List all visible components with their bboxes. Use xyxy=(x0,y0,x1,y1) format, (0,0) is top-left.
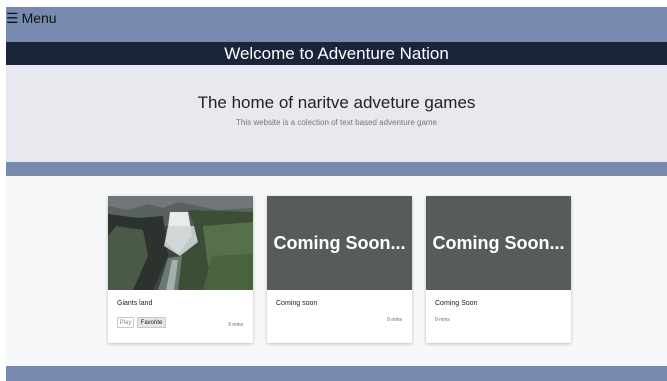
coming-soon-placeholder: Coming Soon... xyxy=(267,196,412,290)
menu-label: Menu xyxy=(21,10,57,26)
game-duration: 9 mins xyxy=(435,317,450,323)
game-card-giants-land[interactable]: Giants land Play Favorite 9 mins xyxy=(108,196,253,343)
section-divider-band xyxy=(6,162,667,176)
page: ☰ Menu Welcome to Adventure Nation The h… xyxy=(6,7,667,381)
favorite-button[interactable]: Favorite xyxy=(137,317,166,328)
game-duration: 9 mins xyxy=(228,322,243,328)
top-nav-bar: ☰ Menu xyxy=(6,7,667,42)
menu-button[interactable]: ☰ Menu xyxy=(6,9,57,27)
hamburger-icon: ☰ xyxy=(6,10,19,26)
welcome-banner: Welcome to Adventure Nation xyxy=(6,42,667,65)
game-card-coming-soon[interactable]: Coming Soon... Coming soon 9 mins xyxy=(267,196,412,343)
footer-band xyxy=(6,366,667,381)
game-thumbnail-image[interactable] xyxy=(108,196,253,290)
game-title: Coming Soon xyxy=(435,300,478,307)
hero-section: The home of naritve adveture games This … xyxy=(6,65,667,162)
hero-subheading: This website is a colection of text base… xyxy=(236,118,437,127)
play-button[interactable]: Play xyxy=(117,317,134,328)
game-card-coming-soon-2[interactable]: Coming Soon... Coming Soon 9 mins xyxy=(426,196,571,343)
waterfall-landscape-image xyxy=(108,196,253,290)
hero-heading: The home of naritve adveture games xyxy=(197,93,476,112)
coming-soon-placeholder: Coming Soon... xyxy=(426,196,571,290)
game-title: Coming soon xyxy=(276,300,318,307)
site-title: Welcome to Adventure Nation xyxy=(224,43,449,63)
game-duration: 9 mins xyxy=(387,317,402,323)
game-title: Giants land xyxy=(117,300,153,307)
